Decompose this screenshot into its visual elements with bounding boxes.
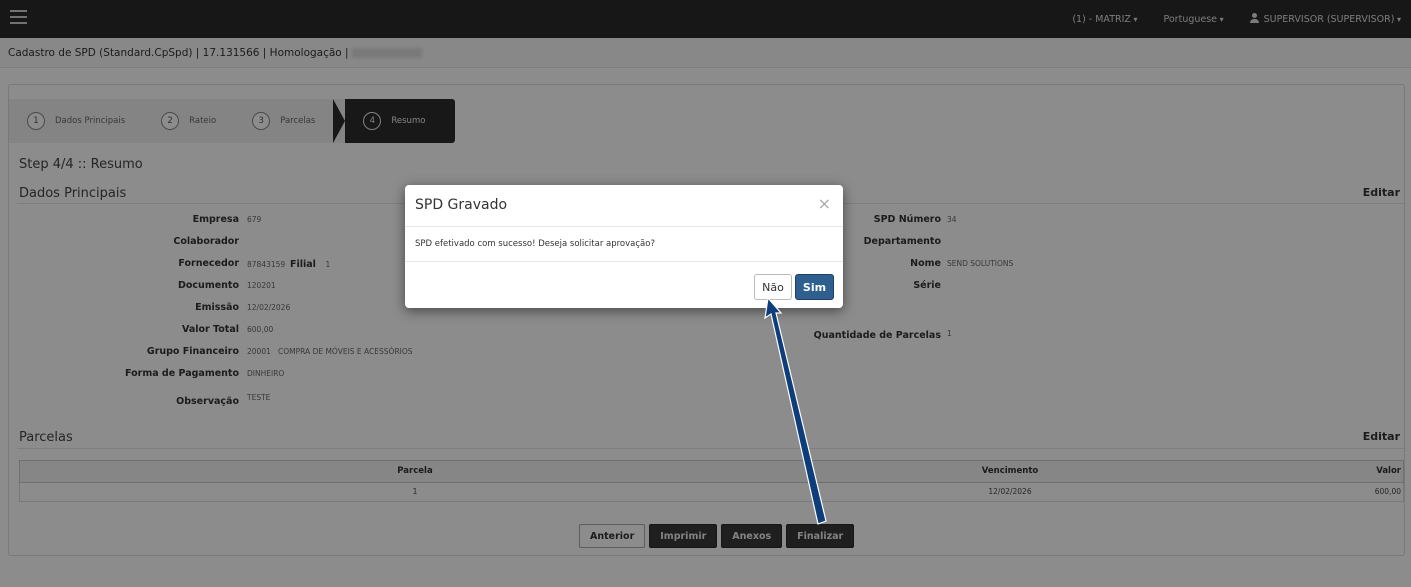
close-icon[interactable]: ×	[818, 194, 831, 213]
sim-button[interactable]: Sim	[795, 274, 834, 300]
spd-saved-dialog: SPD Gravado × SPD efetivado com sucesso!…	[405, 185, 843, 308]
dialog-message: SPD efetivado com sucesso! Deseja solici…	[405, 226, 843, 262]
dialog-title: SPD Gravado	[415, 197, 508, 213]
nao-button[interactable]: Não	[754, 274, 792, 300]
